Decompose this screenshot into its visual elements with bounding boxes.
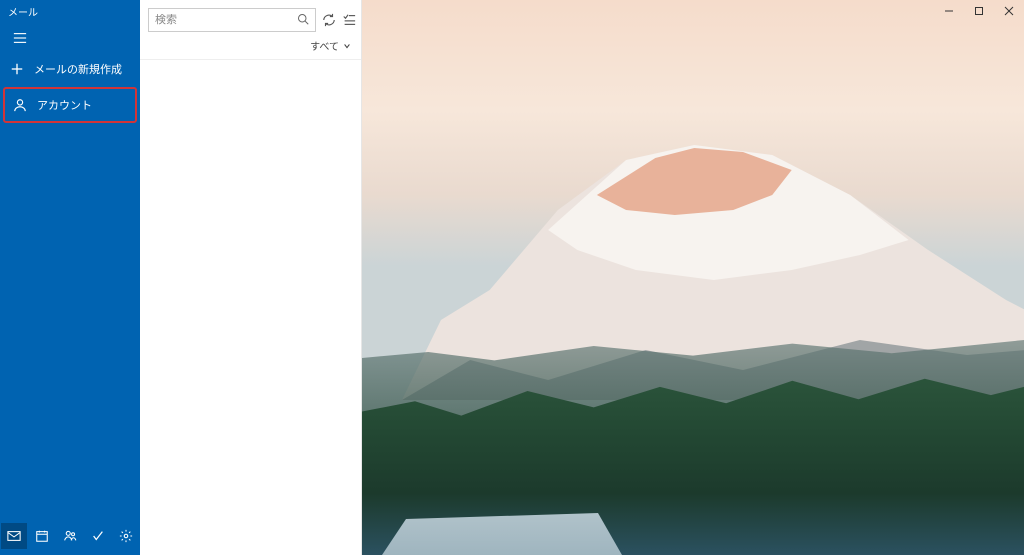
todo-nav-button[interactable] — [85, 523, 111, 549]
select-mode-button[interactable] — [342, 10, 356, 30]
compose-button[interactable]: メールの新規作成 — [0, 53, 140, 85]
filter-row: すべて — [140, 36, 361, 60]
bottom-nav — [0, 517, 140, 555]
people-icon — [63, 529, 77, 543]
hamburger-icon — [13, 31, 27, 45]
maximize-button[interactable] — [964, 0, 994, 22]
reading-pane — [362, 0, 1024, 555]
sync-button[interactable] — [322, 10, 336, 30]
minimize-button[interactable] — [934, 0, 964, 22]
minimize-icon — [944, 6, 954, 16]
app-title: メール — [0, 0, 140, 23]
refresh-icon — [322, 13, 336, 27]
gear-icon — [119, 529, 133, 543]
search-input[interactable] — [155, 14, 297, 26]
search-icon — [297, 13, 309, 28]
mail-icon — [7, 529, 21, 543]
plus-icon — [10, 62, 24, 76]
check-icon — [91, 529, 105, 543]
close-button[interactable] — [994, 0, 1024, 22]
selection-icon — [342, 13, 356, 27]
chevron-down-icon — [343, 42, 351, 50]
window-controls — [934, 0, 1024, 22]
compose-label: メールの新規作成 — [34, 61, 122, 77]
calendar-nav-button[interactable] — [29, 523, 55, 549]
filter-label-text: すべて — [310, 38, 339, 53]
menu-button[interactable] — [0, 23, 40, 53]
settings-nav-button[interactable] — [113, 523, 139, 549]
message-list-panel: すべて — [140, 0, 362, 555]
filter-dropdown[interactable]: すべて — [310, 38, 351, 53]
person-icon — [13, 98, 27, 112]
maximize-icon — [974, 6, 984, 16]
accounts-button[interactable]: アカウント — [3, 87, 137, 123]
search-row — [140, 0, 361, 36]
calendar-icon — [35, 529, 49, 543]
sidebar: メール メールの新規作成 アカウント — [0, 0, 140, 555]
close-icon — [1004, 6, 1014, 16]
accounts-label: アカウント — [37, 97, 92, 113]
people-nav-button[interactable] — [57, 523, 83, 549]
mail-nav-button[interactable] — [1, 523, 27, 549]
search-box[interactable] — [148, 8, 316, 32]
